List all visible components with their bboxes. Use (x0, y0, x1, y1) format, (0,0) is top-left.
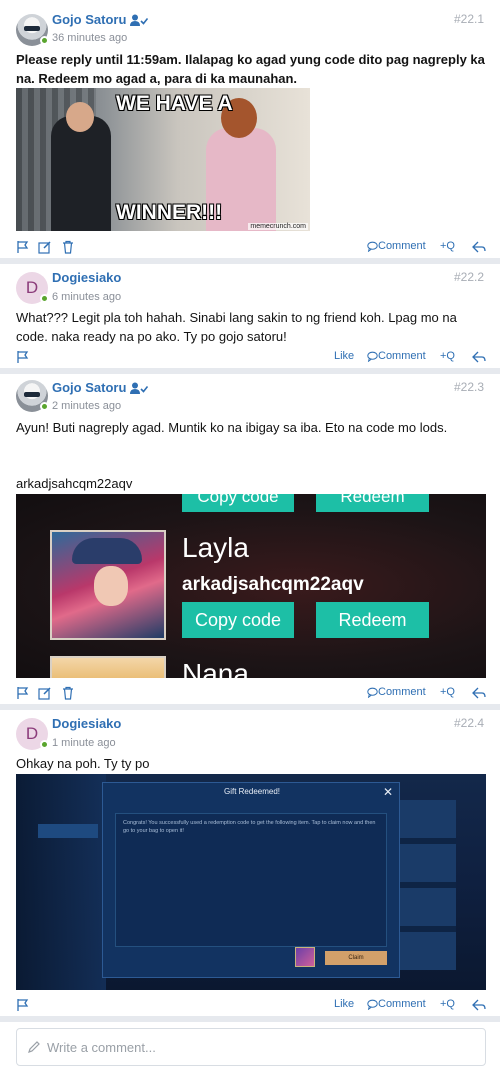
post-text: What??? Legit pla toh hahah. Sinabi lang… (16, 310, 457, 344)
post-22-3: Gojo Satoru 2 minutes ago #22.3 Ayun! Bu… (0, 374, 500, 708)
flag-icon[interactable] (16, 998, 30, 1012)
post-actions: Comment +Q (0, 684, 500, 702)
author-name[interactable]: Dogiesiako (52, 270, 121, 285)
delete-icon[interactable] (61, 240, 75, 254)
post-time: 6 minutes ago (52, 291, 122, 303)
post-actions: Like Comment +Q (0, 996, 500, 1014)
post-number[interactable]: #22.3 (454, 380, 484, 394)
share-icon[interactable] (472, 998, 486, 1012)
comment-link[interactable]: Comment (378, 240, 426, 252)
post-actions: Like Comment +Q (0, 348, 500, 366)
author-name[interactable]: Gojo Satoru (52, 380, 126, 395)
pencil-icon (28, 1041, 40, 1053)
post-time: 2 minutes ago (52, 400, 122, 412)
dialog-close-icon: ✕ (382, 785, 393, 799)
share-icon[interactable] (472, 350, 486, 364)
gift-redeemed-screenshot: Gift Redeemed! ✕ Congrats! You successfu… (16, 774, 486, 990)
copy-code-button: Copy code (182, 602, 294, 638)
next-hero-name: Nana (182, 658, 249, 678)
comment-placeholder: Write a comment... (47, 1040, 156, 1055)
post-time: 36 minutes ago (52, 32, 128, 44)
meme-caption-top: WE HAVE A (116, 92, 233, 115)
post-actions: Comment +Q (0, 238, 500, 256)
online-indicator (40, 740, 49, 749)
edit-icon[interactable] (38, 240, 52, 254)
redeem-code-screenshot: Copy code Redeem Layla arkadjsahcqm22aqv… (16, 494, 486, 678)
flag-icon[interactable] (16, 350, 30, 364)
verified-user-icon (130, 14, 148, 26)
share-icon[interactable] (472, 240, 486, 254)
meme-watermark: memecrunch.com (248, 223, 308, 230)
verified-user-icon (130, 382, 148, 394)
flag-icon[interactable] (16, 686, 30, 700)
dialog-message: Congrats! You successfully used a redemp… (123, 820, 376, 834)
comment-link[interactable]: Comment (378, 686, 426, 698)
post-22-4: D Dogiesiako 1 minute ago #22.4 Ohkay na… (0, 710, 500, 1020)
dialog-title: Gift Redeemed! (223, 787, 281, 796)
comment-icon[interactable] (367, 687, 378, 698)
post-text: Ohkay na poh. Ty ty po (16, 756, 150, 771)
post-time: 1 minute ago (52, 737, 116, 749)
redeem-code-text: arkadjsahcqm22aqv (16, 476, 133, 491)
post-22-1: Gojo Satoru 36 minutes ago #22.1 Please … (0, 0, 500, 256)
like-link[interactable]: Like (334, 998, 354, 1010)
quote-link[interactable]: +Q (440, 686, 455, 698)
nana-portrait (50, 656, 166, 678)
redeem-button: Redeem (316, 602, 429, 638)
author-name[interactable]: Dogiesiako (52, 716, 121, 731)
share-icon[interactable] (472, 686, 486, 700)
flag-icon[interactable] (16, 240, 30, 254)
top-redeem-button: Redeem (316, 494, 429, 512)
like-link[interactable]: Like (334, 350, 354, 362)
layla-portrait (50, 530, 166, 640)
comment-icon[interactable] (367, 241, 378, 252)
comment-icon[interactable] (367, 999, 378, 1010)
edit-icon[interactable] (38, 686, 52, 700)
delete-icon[interactable] (61, 686, 75, 700)
post-divider (0, 1016, 500, 1022)
post-text: Please reply until 11:59am. Ilalapag ko … (16, 52, 485, 86)
comment-icon[interactable] (367, 351, 378, 362)
comment-link[interactable]: Comment (378, 998, 426, 1010)
hero-name: Layla (182, 532, 249, 563)
author-name[interactable]: Gojo Satoru (52, 12, 126, 27)
hero-code: arkadjsahcqm22aqv (182, 574, 364, 595)
post-number[interactable]: #22.2 (454, 270, 484, 284)
online-indicator (40, 36, 49, 45)
online-indicator (40, 402, 49, 411)
claim-button: Claim (325, 951, 387, 965)
meme-caption-bottom: WINNER!!! (116, 201, 223, 224)
post-text: Ayun! Buti nagreply agad. Muntik ko na i… (16, 420, 448, 435)
reward-item (295, 947, 315, 967)
post-number[interactable]: #22.1 (454, 12, 484, 26)
online-indicator (40, 294, 49, 303)
top-copy-button: Copy code (182, 494, 294, 512)
comment-input[interactable]: Write a comment... (16, 1028, 486, 1066)
quote-link[interactable]: +Q (440, 350, 455, 362)
post-22-2: D Dogiesiako 6 minutes ago #22.2 What???… (0, 264, 500, 370)
quote-link[interactable]: +Q (440, 240, 455, 252)
winner-meme-image: WE HAVE A WINNER!!! memecrunch.com (16, 88, 310, 231)
quote-link[interactable]: +Q (440, 998, 455, 1010)
post-number[interactable]: #22.4 (454, 716, 484, 730)
comment-link[interactable]: Comment (378, 350, 426, 362)
